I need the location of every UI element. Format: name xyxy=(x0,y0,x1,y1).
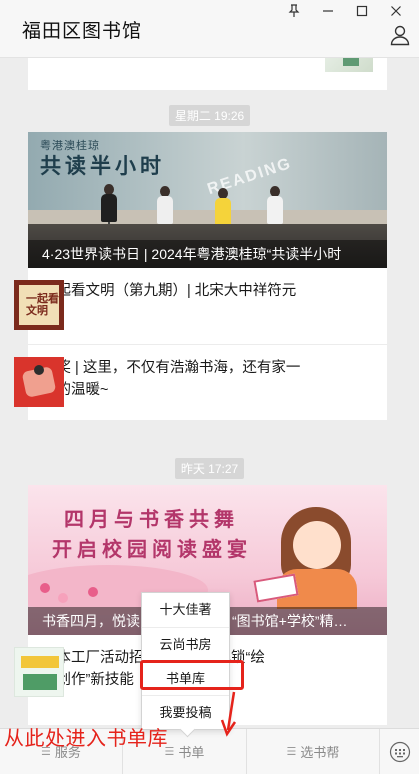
article-thumbnail xyxy=(325,58,373,72)
highlight-box xyxy=(140,660,244,690)
article-group-card[interactable]: 粤港澳桂琼 共读半小时 READING 4·23世界读书日 | 2024年粤港澳… xyxy=(14,132,387,420)
article-title: 一起看文明（第九期）| 北宋大中祥符元年 xyxy=(42,283,297,321)
hero-caption: 4·23世界读书日 | 2024年粤港澳桂琼“共读半小时 xyxy=(28,240,387,268)
menu-lines-icon: ☰ xyxy=(286,746,297,758)
minimize-icon[interactable] xyxy=(311,2,345,20)
hero-art-text: 共读半小时 xyxy=(40,153,165,178)
article-thumbnail: 一起看文明 xyxy=(14,280,64,330)
red-arrow-icon xyxy=(220,691,237,737)
menu-tab-book-helper[interactable]: ☰ 选书帮 xyxy=(246,729,379,774)
previous-article-card[interactable] xyxy=(28,58,387,90)
keyboard-icon[interactable] xyxy=(379,729,419,774)
article-title: 获奖 | 这里，不仅有浩瀚书海，还有家一般的温暖~ xyxy=(42,360,301,398)
close-icon[interactable] xyxy=(379,2,413,20)
timestamp: 星期二 19:26 xyxy=(0,105,419,126)
article-thumbnail xyxy=(14,357,64,407)
article-thumbnail xyxy=(14,647,64,697)
list-item[interactable]: 一起看文明（第九期）| 北宋大中祥符元年 一起看文明 xyxy=(14,268,387,344)
thumbnail-text: 一起看文明 xyxy=(26,292,59,317)
menu-item-cloud-study[interactable]: 云尚书房 xyxy=(142,627,229,661)
user-icon[interactable] xyxy=(389,24,411,48)
page-title: 福田区图书馆 xyxy=(22,21,143,42)
title-bar: 福田区图书馆 xyxy=(0,0,419,58)
window-controls xyxy=(277,2,413,20)
annotation-text: 从此处进入书单库 xyxy=(4,728,168,750)
menu-item-top-ten[interactable]: 十大佳著 xyxy=(142,593,229,627)
hero-art-text: 开启校园阅读盛宴 xyxy=(52,537,252,561)
timestamp: 昨天 17:27 xyxy=(0,458,419,479)
list-item[interactable]: 获奖 | 这里，不仅有浩瀚书海，还有家一般的温暖~ xyxy=(14,344,387,420)
hero-article[interactable]: 粤港澳桂琼 共读半小时 READING 4·23世界读书日 | 2024年粤港澳… xyxy=(28,132,387,268)
hero-art-text: 四月与书香共舞 xyxy=(64,507,239,531)
pin-icon[interactable] xyxy=(277,2,311,20)
maximize-icon[interactable] xyxy=(345,2,379,20)
